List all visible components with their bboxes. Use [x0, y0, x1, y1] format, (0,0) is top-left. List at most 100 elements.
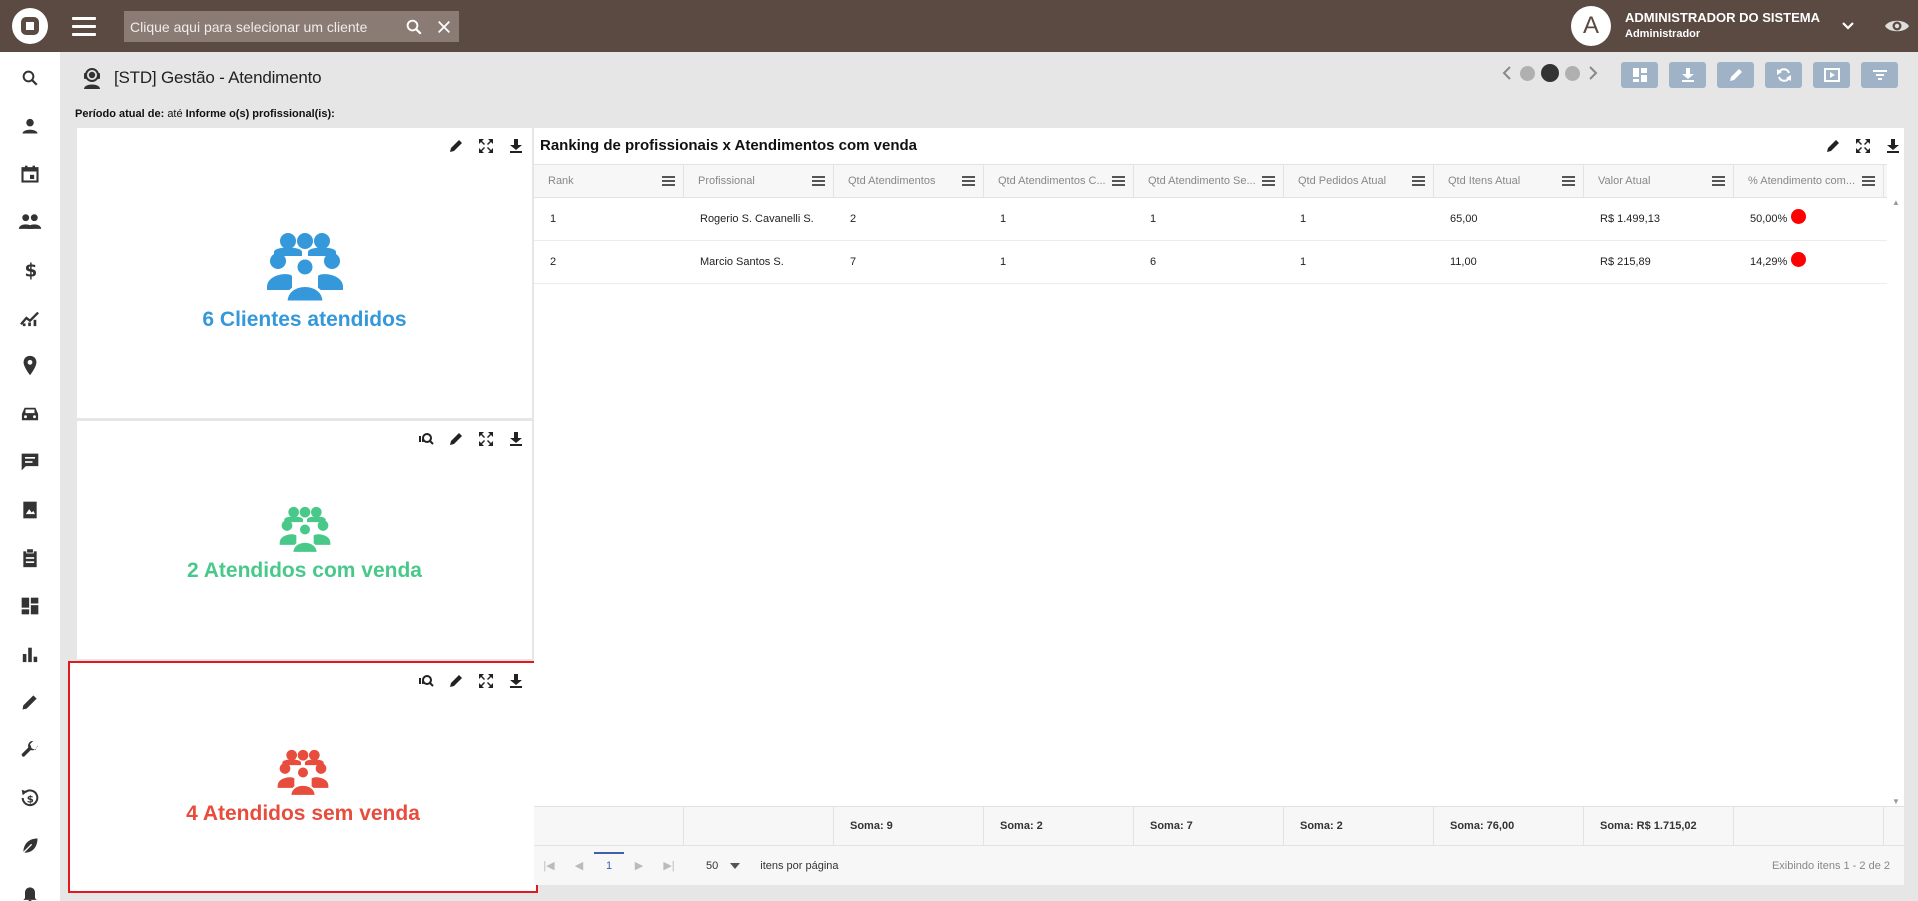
dashboard-icon[interactable] — [0, 582, 60, 630]
dollar-icon[interactable]: $ — [0, 246, 60, 294]
page-size-select[interactable]: 50 — [706, 860, 741, 872]
bell-icon[interactable] — [0, 870, 60, 901]
present-button[interactable] — [1813, 62, 1850, 88]
eye-icon[interactable] — [1882, 17, 1912, 35]
kpi-block: 2 Atendidos com venda — [77, 506, 532, 583]
cell-valor: R$ 1.499,13 — [1600, 213, 1660, 225]
table-row[interactable]: 1 Rogerio S. Cavanelli S. 2 1 1 1 65,00 … — [534, 198, 1887, 241]
person-icon[interactable] — [0, 102, 60, 150]
menu-toggle-icon[interactable] — [72, 0, 112, 52]
chevron-down-icon[interactable] — [1838, 21, 1858, 31]
search-icon[interactable] — [399, 11, 429, 42]
download-icon[interactable] — [506, 136, 526, 156]
footer-cell — [684, 807, 834, 845]
column-menu-icon[interactable] — [1862, 176, 1875, 186]
history-dollar-icon[interactable]: $ — [0, 774, 60, 822]
client-search-input[interactable] — [130, 18, 399, 35]
edit-icon[interactable] — [1822, 136, 1844, 156]
expand-icon[interactable] — [476, 671, 496, 691]
edit-icon[interactable] — [446, 429, 466, 449]
column-header[interactable]: Qtd Pedidos Atual — [1284, 165, 1434, 197]
bar-chart-icon[interactable] — [0, 630, 60, 678]
wrench-icon[interactable] — [0, 726, 60, 774]
download-icon[interactable] — [506, 429, 526, 449]
download-icon[interactable] — [1882, 136, 1904, 156]
refresh-button[interactable] — [1765, 62, 1802, 88]
expand-icon[interactable] — [1852, 136, 1874, 156]
chevron-right-icon[interactable] — [1586, 64, 1600, 82]
page-dot[interactable] — [1520, 65, 1535, 81]
calendar-icon[interactable] — [0, 150, 60, 198]
column-header[interactable]: % Atendimento com... — [1734, 165, 1884, 197]
cell-qtd-atendimentos-com-venda: 1 — [1000, 213, 1007, 225]
car-icon[interactable] — [0, 390, 60, 438]
scroll-up-icon[interactable]: ▲ — [1892, 198, 1900, 207]
trending-up-icon[interactable] — [0, 294, 60, 342]
column-label: Qtd Atendimento Se... — [1148, 175, 1256, 187]
page-dot[interactable] — [1565, 65, 1580, 81]
edit-icon[interactable] — [446, 671, 466, 691]
kpi-card-atendidos-sem-venda: 4 Atendidos sem venda — [70, 663, 536, 891]
zoom-search-icon[interactable] — [416, 429, 436, 449]
pencil-icon[interactable] — [0, 678, 60, 726]
avatar[interactable]: A — [1571, 6, 1611, 46]
page-number[interactable]: 1 — [594, 851, 624, 872]
column-menu-icon[interactable] — [662, 176, 675, 186]
professional-label: Informe o(s) profissional(is): — [185, 108, 335, 120]
svg-text:$: $ — [25, 260, 38, 281]
kpi-value-text: 6 Clientes atendidos — [202, 308, 407, 331]
zoom-search-icon[interactable] — [416, 671, 436, 691]
vertical-scrollbar[interactable]: ▲ ▼ — [1888, 198, 1904, 806]
leaf-icon[interactable] — [0, 822, 60, 870]
column-header[interactable]: Profissional — [684, 165, 834, 197]
column-header[interactable]: Qtd Atendimentos C... — [984, 165, 1134, 197]
last-page-icon[interactable]: ▶| — [654, 859, 684, 872]
filter-button[interactable] — [1861, 62, 1898, 88]
client-search — [124, 11, 459, 42]
footer-sum: Soma: 7 — [1134, 807, 1284, 845]
column-menu-icon[interactable] — [1112, 176, 1125, 186]
cell-valor: R$ 215,89 — [1600, 256, 1651, 268]
prev-page-icon[interactable]: ◀ — [564, 859, 594, 872]
status-red-dot-icon — [1791, 208, 1807, 224]
column-menu-icon[interactable] — [1412, 176, 1425, 186]
period-value: até — [167, 108, 183, 120]
photo-album-icon[interactable] — [0, 486, 60, 534]
period-info: Período atual de: até Informe o(s) profi… — [75, 108, 335, 120]
column-menu-icon[interactable] — [962, 176, 975, 186]
column-menu-icon[interactable] — [1712, 176, 1725, 186]
location-pin-icon[interactable] — [0, 342, 60, 390]
sidebar-search-icon[interactable] — [0, 54, 60, 102]
next-page-icon[interactable]: ▶ — [624, 859, 654, 872]
expand-icon[interactable] — [476, 429, 496, 449]
column-header[interactable]: Qtd Itens Atual — [1434, 165, 1584, 197]
column-menu-icon[interactable] — [1562, 176, 1575, 186]
chevron-left-icon[interactable] — [1500, 64, 1514, 82]
download-button[interactable] — [1669, 62, 1706, 88]
download-icon[interactable] — [506, 671, 526, 691]
chat-icon[interactable] — [0, 438, 60, 486]
edit-icon[interactable] — [446, 136, 466, 156]
scroll-down-icon[interactable]: ▼ — [1892, 797, 1900, 806]
user-menu[interactable]: A ADMINISTRADOR DO SISTEMA Administrador — [1571, 0, 1918, 52]
clipboard-icon[interactable] — [0, 534, 60, 582]
table-row[interactable]: 2 Marcio Santos S. 7 1 6 1 11,00 R$ 215,… — [534, 241, 1887, 284]
column-header[interactable]: Qtd Atendimentos — [834, 165, 984, 197]
group-icon[interactable] — [0, 198, 60, 246]
edit-button[interactable] — [1717, 62, 1754, 88]
cell-qtd-atendimento-sem-venda: 6 — [1150, 256, 1157, 268]
close-icon[interactable] — [429, 11, 459, 42]
first-page-icon[interactable]: |◀ — [534, 859, 564, 872]
column-header[interactable]: Rank — [534, 165, 684, 197]
table-title: Ranking de profissionais x Atendimentos … — [540, 137, 918, 154]
app-logo[interactable] — [0, 0, 60, 52]
column-menu-icon[interactable] — [1262, 176, 1275, 186]
column-header[interactable]: Qtd Atendimento Se... — [1134, 165, 1284, 197]
column-menu-icon[interactable] — [812, 176, 825, 186]
column-header[interactable]: Valor Atual — [1584, 165, 1734, 197]
kpi-value-text: 2 Atendidos com venda — [187, 559, 422, 582]
page-dot-active[interactable] — [1541, 64, 1559, 82]
cell-qtd-atendimentos-com-venda: 1 — [1000, 256, 1007, 268]
expand-icon[interactable] — [476, 136, 496, 156]
layout-button[interactable] — [1621, 62, 1658, 88]
